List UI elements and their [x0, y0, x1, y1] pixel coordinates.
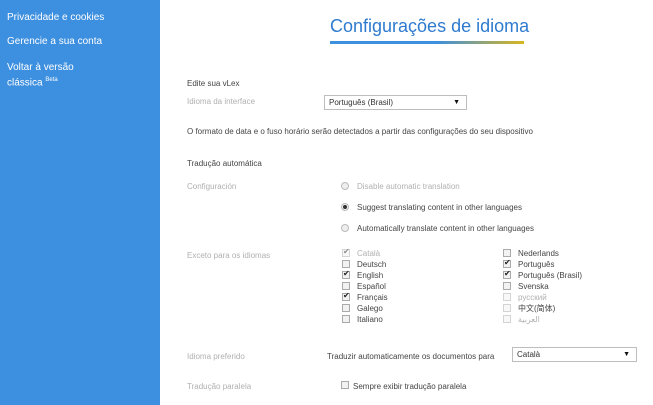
checkbox-lang-galego[interactable] [342, 304, 350, 312]
preferred-language-label: Idioma preferido [187, 352, 245, 361]
page-title: Configurações de idioma [330, 16, 530, 36]
checkbox-lang-chinese[interactable] [503, 304, 511, 312]
edit-heading: Edite sua vLex [187, 79, 240, 88]
radio-auto-translation[interactable] [341, 224, 349, 232]
parallel-translation-label: Tradução paralela [187, 382, 252, 391]
lang-label-portugues: Português [518, 260, 555, 269]
lang-label-svenska: Svenska [518, 282, 549, 291]
lang-label-deutsch: Deutsch [357, 260, 387, 269]
lang-label-english: English [357, 271, 384, 280]
parallel-translation-text: Sempre exibir tradução paralela [353, 382, 467, 391]
sidebar-item-privacy[interactable]: Privacidade e cookies [7, 11, 104, 24]
sidebar-item-classic-version[interactable]: Voltar à versão [7, 61, 74, 74]
lang-label-chinese: 中文(简体) [518, 304, 556, 313]
checkbox-parallel-translation[interactable] [341, 381, 349, 389]
sidebar-item-classic-label: clássica [7, 77, 43, 89]
lang-label-espanol: Español [357, 282, 386, 291]
interface-language-value: Português (Brasil) [329, 98, 394, 107]
radio-suggest-translation[interactable] [341, 203, 349, 211]
checkbox-lang-portugues[interactable] [503, 258, 511, 268]
radio-auto-label: Automatically translate content in other… [357, 224, 534, 233]
sidebar-item-classic[interactable]: clássica Beta [7, 74, 58, 89]
lang-label-arabic: العربية [518, 315, 540, 324]
chevron-down-icon: ▼ [623, 351, 630, 358]
lang-label-portugues-brasil: Português (Brasil) [518, 271, 583, 280]
sidebar: Privacidade e cookies Gerencie a sua con… [0, 0, 160, 405]
lang-label-nederlands: Nederlands [518, 249, 559, 258]
preferred-language-select[interactable]: Català ▼ [512, 347, 637, 362]
auto-translation-heading: Tradução automática [187, 159, 262, 168]
checkbox-lang-arabic[interactable] [503, 315, 511, 323]
checkbox-lang-svenska[interactable] [503, 282, 511, 290]
sidebar-item-account[interactable]: Gerencie a sua conta [7, 35, 102, 48]
title-underline [330, 41, 524, 44]
checkbox-lang-deutsch[interactable] [342, 260, 350, 268]
lang-label-russian: русский [518, 293, 547, 302]
interface-language-select[interactable]: Português (Brasil) ▼ [324, 95, 467, 110]
interface-language-label: Idioma da interface [187, 97, 256, 106]
date-format-note: O formato de data e o fuso horário serão… [187, 127, 533, 136]
lang-label-galego: Galego [357, 304, 383, 313]
radio-disable-label: Disable automatic translation [357, 182, 460, 191]
chevron-down-icon: ▼ [453, 99, 460, 106]
radio-suggest-label: Suggest translating content in other lan… [357, 203, 523, 212]
checkbox-lang-francais[interactable] [342, 291, 350, 301]
checkbox-lang-catala[interactable] [342, 247, 350, 257]
checkbox-lang-russian[interactable] [503, 293, 511, 301]
checkbox-lang-espanol[interactable] [342, 282, 350, 290]
preferred-language-value: Català [517, 350, 541, 359]
lang-label-italiano: Italiano [357, 315, 383, 324]
config-label: Configuración [187, 182, 237, 191]
lang-label-catala: Català [357, 249, 381, 258]
beta-badge: Beta [45, 77, 58, 83]
preferred-language-text: Traduzir automaticamente os documentos p… [327, 352, 495, 361]
checkbox-lang-english[interactable] [342, 269, 350, 279]
radio-disable-translation[interactable] [341, 182, 349, 190]
except-languages-label: Exceto para os idiomas [187, 251, 271, 260]
checkbox-lang-italiano[interactable] [342, 315, 350, 323]
checkbox-lang-portugues-brasil[interactable] [503, 269, 511, 279]
checkbox-lang-nederlands[interactable] [503, 249, 511, 257]
lang-label-francais: Français [357, 293, 388, 302]
